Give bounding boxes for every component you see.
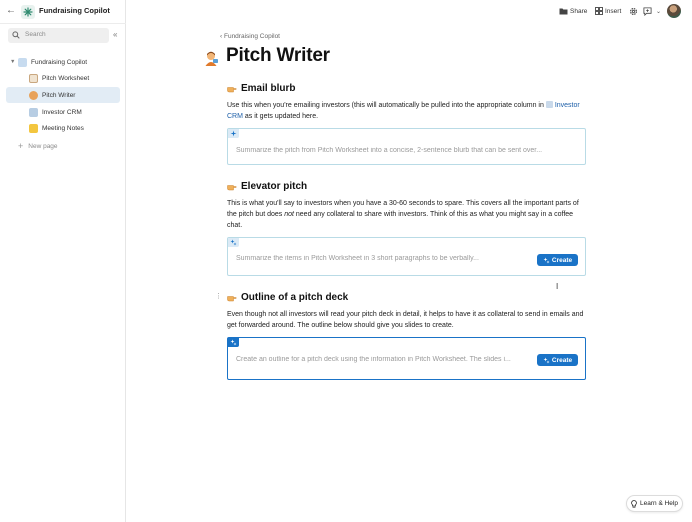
- sidebar-item-meeting-notes[interactable]: Meeting Notes: [29, 120, 121, 136]
- sparkle-icon: [543, 257, 550, 263]
- folder-share-icon: [559, 8, 568, 15]
- breadcrumb-label: Fundraising Copilot: [223, 33, 280, 40]
- chevron-down-icon[interactable]: ▼: [10, 59, 15, 65]
- insert-button[interactable]: Insert: [595, 7, 621, 15]
- description-text: as it gets updated here.: [242, 113, 319, 120]
- crm-icon: [29, 107, 38, 117]
- section-description: Even though not all investors will read …: [227, 311, 584, 329]
- sidebar-item-label: Fundraising Copilot: [31, 58, 88, 66]
- gear-icon: [629, 7, 638, 16]
- ai-block-tag: [228, 338, 239, 347]
- sparkle-icon: [230, 130, 237, 137]
- create-button[interactable]: Create: [537, 354, 578, 366]
- section-heading-email-blurb: Email blurb: [227, 83, 295, 94]
- lightbulb-icon: [631, 499, 637, 508]
- doc-title[interactable]: Fundraising Copilot: [39, 6, 110, 15]
- doc-grid-icon: [18, 57, 27, 67]
- section-heading-pitch-deck-outline: Outline of a pitch deck: [227, 292, 348, 303]
- grid-insert-icon: [595, 7, 603, 15]
- page-title: Pitch Writer: [226, 45, 330, 66]
- ai-prompt-text[interactable]: Create an outline for a pitch deck using…: [236, 356, 531, 363]
- pointing-hand-icon: [227, 295, 237, 301]
- ai-prompt-block[interactable]: Create an outline for a pitch deck using…: [227, 337, 586, 380]
- pointing-hand-icon: [227, 184, 237, 190]
- back-arrow-icon[interactable]: ←: [5, 5, 17, 17]
- person-icon: [29, 90, 38, 100]
- doc-logo-icon: [21, 5, 35, 19]
- create-label: Create: [551, 356, 573, 364]
- chevron-down-icon: ⌄: [656, 9, 662, 15]
- sparkle-icon: [543, 357, 550, 363]
- worksheet-icon: [29, 73, 38, 83]
- sidebar-item-label: Investor CRM: [42, 108, 82, 116]
- ai-prompt-text[interactable]: Summarize the pitch from Pitch Worksheet…: [236, 147, 576, 154]
- ai-prompt-block[interactable]: Summarize the items in Pitch Worksheet i…: [227, 237, 586, 276]
- avatar[interactable]: [667, 4, 681, 18]
- ai-block-tag: [228, 238, 239, 247]
- breadcrumb[interactable]: ‹ Fundraising Copilot: [220, 33, 280, 40]
- search-placeholder: Search: [25, 31, 46, 38]
- sidebar-item-label: Pitch Worksheet: [42, 74, 90, 82]
- section-heading-elevator-pitch: Elevator pitch: [227, 181, 307, 192]
- description-text: Use this when you're emailing investors …: [227, 102, 546, 109]
- drag-handle-icon[interactable]: ⋮: [215, 293, 222, 300]
- new-page-button[interactable]: + New page: [18, 138, 110, 154]
- ai-block-tag: [228, 129, 239, 138]
- section-heading-label: Elevator pitch: [241, 181, 308, 192]
- learn-help-label: Learn & Help: [640, 500, 678, 507]
- pointing-hand-icon: [227, 86, 237, 92]
- sidebar-item-pitch-writer[interactable]: Pitch Writer: [6, 87, 120, 103]
- notes-icon: [29, 123, 38, 133]
- crm-icon: [545, 101, 553, 108]
- collapse-sidebar-icon[interactable]: «: [113, 31, 117, 39]
- share-button[interactable]: Share: [559, 7, 587, 15]
- search-icon: [12, 31, 20, 39]
- sidebar-header: ← Fundraising Copilot: [0, 0, 126, 24]
- section-description: Use this when you're emailing investors …: [227, 100, 587, 122]
- insert-label: Insert: [605, 7, 622, 15]
- share-label: Share: [570, 7, 588, 15]
- comment-icon: [643, 7, 652, 16]
- section-heading-label: Outline of a pitch deck: [241, 292, 349, 303]
- create-label: Create: [551, 256, 573, 264]
- ai-prompt-block[interactable]: Summarize the pitch from Pitch Worksheet…: [227, 128, 586, 165]
- sidebar: ← Fundraising Copilot Search « ▼ Fundrai…: [0, 0, 126, 522]
- sidebar-item-fundraising-copilot[interactable]: Fundraising Copilot: [18, 54, 122, 70]
- section-description: This is what you'll say to investors whe…: [227, 198, 587, 231]
- comments-button[interactable]: ⌄: [643, 7, 661, 16]
- new-page-label: New page: [28, 142, 58, 150]
- sidebar-item-investor-crm[interactable]: Investor CRM: [29, 104, 121, 120]
- person-icon: [205, 51, 218, 66]
- emphasis-text: not: [284, 211, 294, 218]
- section-heading-label: Email blurb: [241, 83, 296, 94]
- search-input[interactable]: Search: [8, 28, 109, 43]
- sidebar-item-label: Meeting Notes: [42, 124, 84, 132]
- sidebar-item-pitch-worksheet[interactable]: Pitch Worksheet: [29, 70, 121, 86]
- ai-prompt-text[interactable]: Summarize the items in Pitch Worksheet i…: [236, 255, 504, 262]
- create-button[interactable]: Create: [537, 254, 578, 266]
- text-cursor-icon: I: [556, 282, 559, 291]
- sidebar-item-label: Pitch Writer: [42, 91, 76, 99]
- sparkle-icon: [230, 239, 237, 246]
- learn-help-button[interactable]: Learn & Help: [626, 495, 683, 512]
- sparkle-icon: [230, 339, 237, 346]
- settings-button[interactable]: [629, 7, 638, 16]
- plus-icon: +: [18, 141, 24, 151]
